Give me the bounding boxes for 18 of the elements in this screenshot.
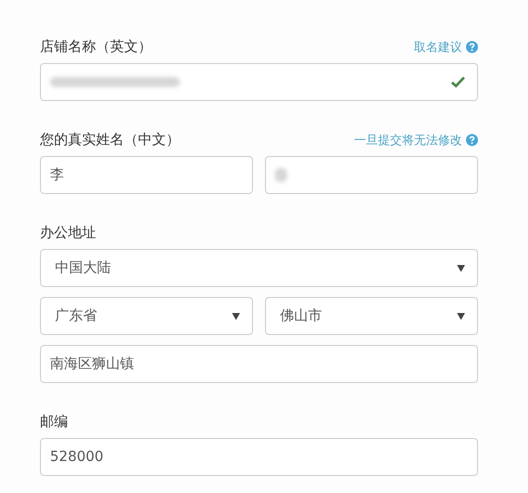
field-label: 办公地址 <box>40 224 96 242</box>
field-label: 您的真实姓名（中文） <box>40 131 180 149</box>
dropdown[interactable]: 中国大陆 <box>40 249 478 287</box>
caret-icon <box>457 312 465 320</box>
dropdown[interactable]: 广东省 <box>40 297 253 335</box>
dropdown[interactable]: 佛山市 <box>265 297 478 335</box>
blurred-text <box>275 168 287 182</box>
help-icon[interactable] <box>466 41 478 53</box>
field-label: 店铺名称（英文） <box>40 38 152 56</box>
input-field[interactable]: 528000 <box>40 438 478 476</box>
field-label: 邮编 <box>40 413 68 431</box>
caret-icon <box>457 264 465 272</box>
input-field[interactable] <box>265 156 478 194</box>
input-field[interactable] <box>40 63 478 101</box>
caret-icon <box>232 312 240 320</box>
input-field[interactable]: 李 <box>40 156 253 194</box>
input-field[interactable]: 南海区狮山镇 <box>40 345 478 383</box>
help-icon[interactable] <box>466 134 478 146</box>
